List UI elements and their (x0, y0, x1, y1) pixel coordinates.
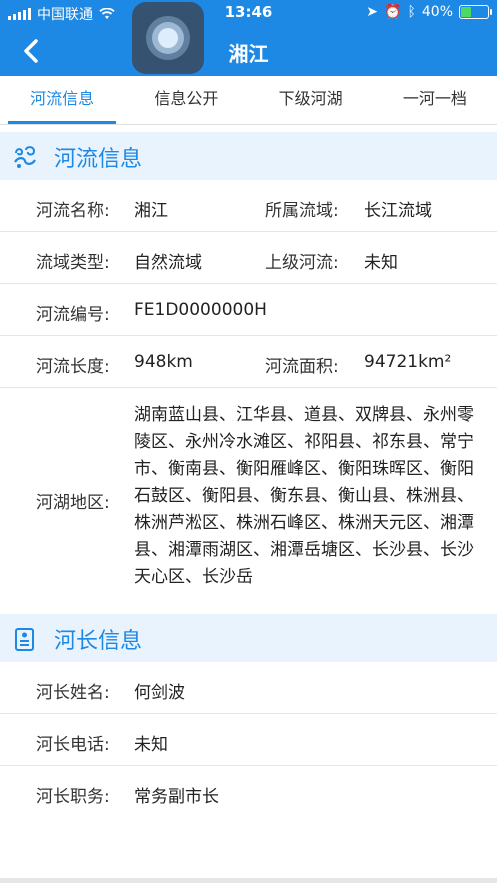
battery-fill (461, 7, 472, 17)
row-length-area: 河流长度: 948km 河流面积: 94721km² (0, 336, 497, 388)
river-code-value: FE1D0000000H (134, 300, 267, 320)
parent-river-label: 上级河流: (265, 253, 339, 273)
chief-name-value: 何剑波 (134, 683, 185, 703)
basin-label: 所属流域: (265, 201, 339, 221)
river-chief-header: 河长信息 (0, 614, 497, 662)
tab-sub-rivers[interactable]: 下级河湖 (249, 76, 373, 124)
section-title: 河长信息 (54, 629, 143, 654)
location-icon: ➤ (366, 4, 379, 20)
river-area-value: 94721km² (364, 352, 452, 372)
row-chief-duty: 河长职务: 常务副市长 (0, 766, 497, 817)
river-area-label: 河流面积: (265, 357, 339, 377)
chief-name-label: 河长姓名: (36, 683, 110, 703)
river-info-header: 河流信息 (0, 132, 497, 180)
alarm-icon: ⏰ (384, 4, 402, 20)
bottom-divider (0, 878, 497, 883)
chief-duty-value: 常务副市长 (134, 787, 219, 807)
tab-river-info[interactable]: 河流信息 (0, 76, 124, 124)
bluetooth-icon: ᛒ (407, 4, 416, 20)
chief-phone-value: 未知 (134, 735, 168, 755)
status-right: ➤ ⏰ ᛒ 40% (366, 4, 492, 20)
row-name-basin: 河流名称: 湘江 所属流域: 长江流域 (0, 180, 497, 232)
basin-value: 长江流域 (364, 201, 432, 221)
river-code-label: 河流编号: (36, 305, 110, 325)
document-icon (15, 628, 34, 651)
basin-type-value: 自然流域 (134, 253, 202, 273)
row-code: 河流编号: FE1D0000000H (0, 284, 497, 336)
row-chief-phone: 河长电话: 未知 (0, 714, 497, 766)
battery-icon (459, 5, 492, 19)
battery-percent: 40% (421, 4, 453, 20)
river-name-label: 河流名称: (36, 201, 110, 221)
river-length-label: 河流长度: (36, 357, 110, 377)
assistive-touch-button[interactable] (132, 2, 204, 74)
row-region: 河湖地区: 湖南蓝山县、江华县、道县、双牌县、永州零陵区、永州冷水滩区、祁阳县、… (0, 388, 497, 612)
row-chief-name: 河长姓名: 何剑波 (0, 662, 497, 714)
region-value: 湖南蓝山县、江华县、道县、双牌县、永州零陵区、永州冷水滩区、祁阳县、祁东县、常宁… (134, 405, 474, 587)
row-type-parent: 流域类型: 自然流域 上级河流: 未知 (0, 232, 497, 284)
page-title: 湘江 (228, 42, 269, 66)
tab-river-archive[interactable]: 一河一档 (373, 76, 497, 124)
tab-bar: 河流信息 信息公开 下级河湖 一河一档 (0, 76, 497, 125)
section-title: 河流信息 (54, 147, 143, 172)
region-label: 河湖地区: (36, 493, 110, 513)
river-length-value: 948km (134, 352, 193, 372)
river-name-value: 湘江 (134, 201, 168, 221)
chief-duty-label: 河长职务: (36, 787, 110, 807)
basin-type-label: 流域类型: (36, 253, 110, 273)
status-bar: 中国联通 13:46 ➤ ⏰ ᛒ 40% (0, 0, 497, 26)
chief-phone-label: 河长电话: (36, 735, 110, 755)
nav-bar: 湘江 (0, 26, 497, 76)
tab-info-public[interactable]: 信息公开 (124, 76, 248, 124)
parent-river-value: 未知 (364, 253, 398, 273)
river-icon (14, 146, 36, 168)
